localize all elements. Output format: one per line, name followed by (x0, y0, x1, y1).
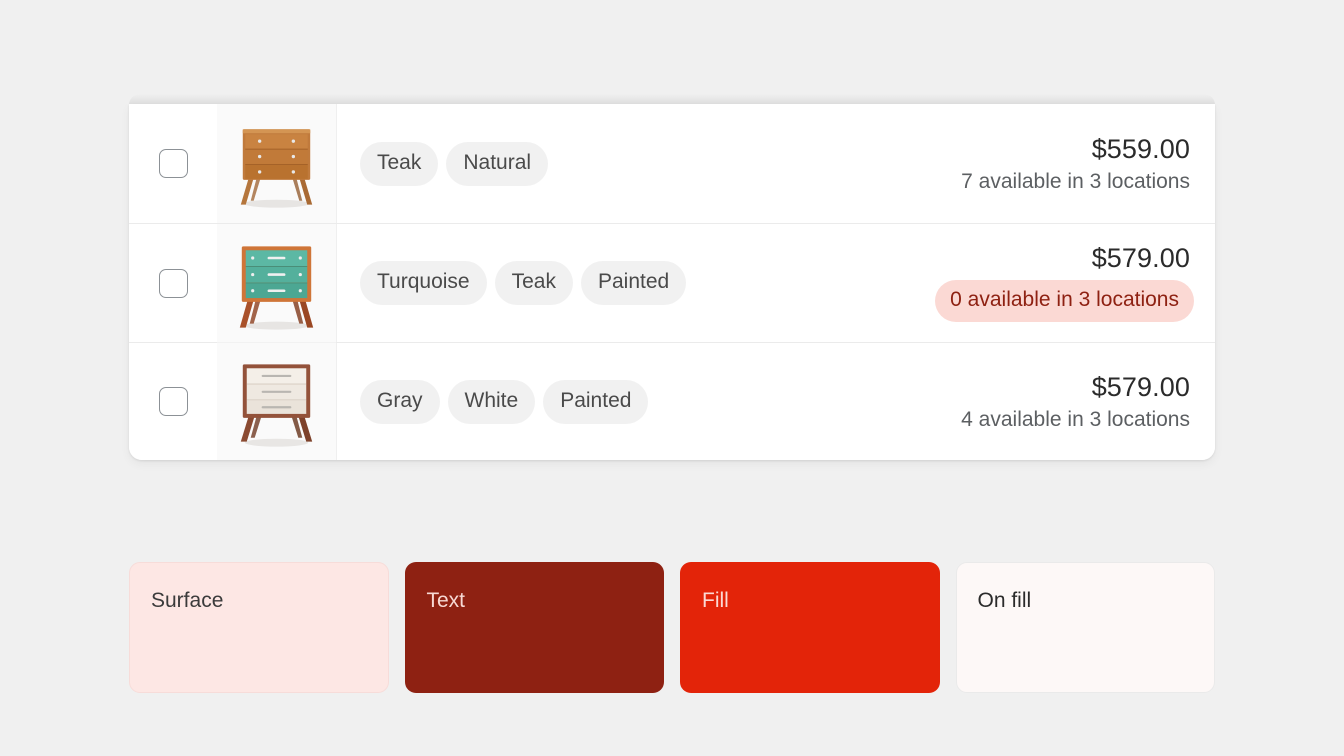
option-tag[interactable]: Natural (446, 141, 549, 186)
variant-price: $579.00 (1091, 371, 1190, 402)
row-thumbnail-cell (217, 342, 337, 460)
option-tag[interactable]: Teak (494, 261, 573, 305)
row-thumbnail-cell (217, 104, 337, 223)
variant-list-card: Teak Natural $559.00 7 available in 3 lo… (129, 104, 1215, 460)
row-options-cell: Teak Natural (337, 104, 961, 223)
table-row[interactable]: Turquoise Teak Painted $579.00 0 availab… (129, 223, 1215, 343)
availability-badge-critical: 0 available in 3 locations (935, 279, 1194, 322)
variant-price: $559.00 (1091, 133, 1190, 164)
gray-white-dresser-thumbnail (217, 342, 336, 460)
row-select-cell (129, 104, 217, 223)
color-token-swatches: Surface Text Fill On fill (129, 562, 1215, 693)
option-tag[interactable]: Painted (543, 379, 649, 424)
variant-price: $579.00 (1091, 242, 1190, 273)
option-tag[interactable]: Painted (580, 261, 687, 305)
swatch-label: Surface (151, 589, 224, 612)
row-options-cell: Gray White Painted (337, 343, 961, 460)
swatch-label: Text (426, 589, 466, 612)
row-price-cell: $579.00 0 available in 3 locations (935, 224, 1215, 342)
option-tag[interactable]: Turquoise (360, 261, 487, 305)
table-row[interactable]: Gray White Painted $579.00 4 available i… (129, 342, 1215, 460)
teak-natural-dresser-thumbnail (217, 104, 336, 223)
row-select-checkbox[interactable] (158, 149, 188, 178)
swatch-surface: Surface (129, 562, 389, 693)
row-select-checkbox[interactable] (158, 268, 188, 298)
swatch-text: Text (404, 562, 664, 693)
swatch-fill: Fill (680, 562, 940, 693)
row-price-cell: $579.00 4 available in 3 locations (961, 343, 1215, 460)
availability-text: 4 available in 3 locations (961, 407, 1190, 431)
row-select-cell (129, 224, 217, 342)
swatch-on-fill: On fill (955, 562, 1215, 693)
row-select-checkbox[interactable] (158, 387, 188, 416)
option-tag[interactable]: Gray (360, 379, 440, 424)
table-row[interactable]: Teak Natural $559.00 7 available in 3 lo… (129, 104, 1215, 223)
row-select-cell (129, 343, 217, 460)
turquoise-teak-dresser-thumbnail (217, 223, 336, 343)
option-tag[interactable]: Teak (360, 141, 439, 186)
row-options-cell: Turquoise Teak Painted (337, 224, 935, 342)
availability-text: 7 available in 3 locations (961, 169, 1190, 193)
swatch-label: On fill (977, 589, 1032, 612)
swatch-label: Fill (702, 589, 729, 612)
row-price-cell: $559.00 7 available in 3 locations (961, 104, 1215, 223)
option-tag[interactable]: White (447, 379, 536, 424)
row-thumbnail-cell (217, 223, 337, 343)
